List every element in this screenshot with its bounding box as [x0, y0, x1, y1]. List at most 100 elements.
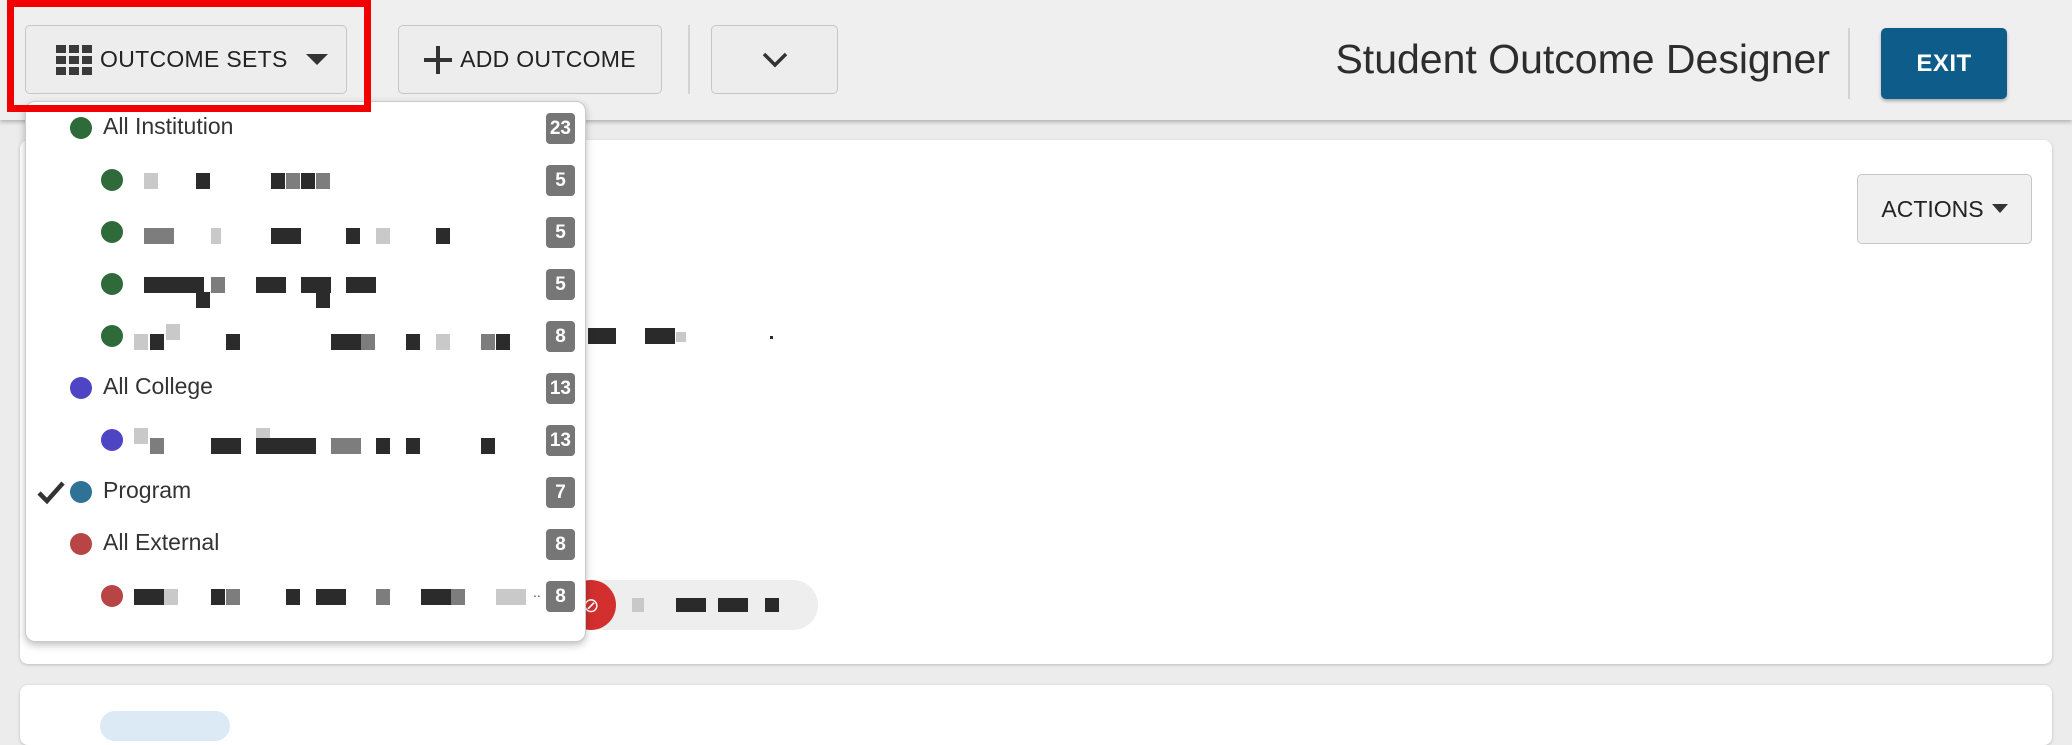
redacted-text	[376, 589, 390, 605]
redacted-text	[765, 598, 779, 612]
dropdown-item-label: Program	[103, 477, 192, 503]
more-options-button[interactable]	[711, 25, 838, 94]
actions-label: ACTIONS	[1881, 195, 1984, 222]
redacted-text	[150, 438, 164, 454]
dropdown-item[interactable]: 13	[26, 414, 585, 466]
dropdown-item-label: All College	[103, 373, 213, 399]
add-outcome-label: ADD OUTCOME	[460, 46, 636, 72]
plus-icon	[424, 45, 453, 74]
redacted-text	[331, 334, 361, 350]
redacted-text	[256, 277, 286, 293]
redacted-text	[144, 173, 158, 189]
count-badge: 23	[545, 113, 575, 144]
dropdown-item-label: All Institution	[103, 113, 234, 139]
count-badge: 13	[545, 373, 575, 404]
actions-button[interactable]: ACTIONS	[1857, 174, 2032, 244]
purple-dot-icon	[101, 429, 123, 451]
redacted-text	[436, 334, 450, 350]
redacted-text	[196, 292, 210, 308]
redacted-text	[718, 598, 748, 612]
redacted-text	[286, 173, 300, 189]
redacted-text	[196, 173, 210, 189]
green-dot-icon	[101, 169, 123, 191]
redacted-text	[134, 428, 148, 444]
redacted-text	[271, 173, 285, 189]
dropdown-item-all-institution[interactable]: All Institution 23	[26, 102, 585, 154]
page-title: Student Outcome Designer	[1335, 36, 1830, 82]
count-badge: 8	[546, 581, 575, 612]
tag	[100, 711, 230, 741]
redacted-text	[211, 589, 225, 605]
count-badge: 8	[546, 529, 575, 560]
redacted-text	[676, 598, 706, 612]
redacted-text	[211, 228, 221, 244]
outcome-sets-dropdown: All Institution 23 5 5 5 8 All College 1…	[25, 101, 586, 642]
caret-down-icon	[1991, 204, 2008, 213]
count-badge: 8	[546, 321, 575, 352]
chevron-down-icon	[762, 52, 787, 67]
redacted-text	[376, 228, 390, 244]
redacted-text	[496, 334, 510, 350]
redacted-text	[436, 228, 450, 244]
green-dot-icon	[101, 273, 123, 295]
redacted-text	[211, 277, 225, 293]
redacted-text	[676, 332, 686, 342]
count-badge: 13	[545, 425, 575, 456]
redacted-text	[226, 589, 240, 605]
dropdown-item[interactable]: 5	[26, 154, 585, 206]
redacted-text	[144, 277, 204, 293]
check-icon	[37, 481, 65, 505]
exit-button[interactable]: EXIT	[1881, 28, 2007, 99]
redacted-text	[406, 334, 420, 350]
redacted-text	[632, 598, 644, 612]
green-dot-icon	[101, 221, 123, 243]
dropdown-item[interactable]: .. 8	[26, 570, 585, 622]
ellipsis: ..	[533, 584, 541, 600]
redacted-text	[331, 438, 361, 454]
redacted-text	[150, 334, 164, 350]
dropdown-item-program[interactable]: Program 7	[26, 466, 585, 518]
dropdown-item[interactable]: 8	[26, 310, 585, 362]
count-badge: 5	[546, 269, 575, 300]
purple-dot-icon	[70, 377, 92, 399]
redacted-text	[316, 292, 330, 308]
add-outcome-button[interactable]: ADD OUTCOME	[398, 25, 662, 94]
redacted-text	[134, 334, 148, 350]
redacted-text	[316, 173, 330, 189]
caret-down-icon	[305, 53, 328, 65]
outcome-sets-label: OUTCOME SETS	[100, 46, 288, 72]
outcome-sets-button[interactable]: OUTCOME SETS	[25, 25, 347, 94]
redacted-text	[211, 438, 241, 454]
redacted-text	[770, 336, 773, 339]
green-dot-icon	[70, 117, 92, 139]
dropdown-item-all-college[interactable]: All College 13	[26, 362, 585, 414]
grid-icon	[56, 44, 92, 75]
redacted-text	[361, 334, 375, 350]
redacted-text	[301, 173, 315, 189]
redacted-text	[256, 438, 316, 454]
redacted-text	[406, 438, 420, 454]
redacted-text	[346, 277, 376, 293]
redacted-text	[134, 589, 164, 605]
redacted-text	[588, 328, 616, 344]
redacted-text	[144, 228, 174, 244]
count-badge: 5	[546, 165, 575, 196]
redacted-text	[316, 589, 346, 605]
redacted-text	[271, 228, 301, 244]
redacted-text	[226, 334, 240, 350]
redacted-text	[496, 589, 526, 605]
redacted-text	[645, 328, 675, 344]
green-dot-icon	[101, 325, 123, 347]
outcome-card	[20, 685, 2052, 745]
toolbar-divider	[1848, 28, 1850, 99]
count-badge: 5	[546, 217, 575, 248]
redacted-text	[301, 277, 331, 293]
redacted-text	[286, 589, 300, 605]
redacted-text	[481, 438, 495, 454]
dropdown-item-all-external[interactable]: All External 8	[26, 518, 585, 570]
red-dot-icon	[70, 533, 92, 555]
dropdown-item[interactable]: 5	[26, 206, 585, 258]
toolbar-divider	[688, 25, 690, 94]
dropdown-item[interactable]: 5	[26, 258, 585, 310]
blue-dot-icon	[70, 481, 92, 503]
